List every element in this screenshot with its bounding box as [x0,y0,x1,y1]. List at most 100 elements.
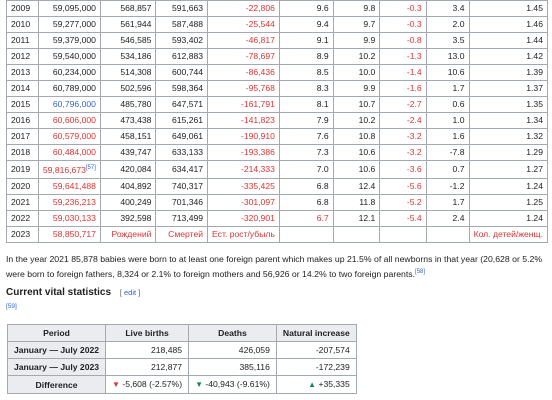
reference-57-link[interactable]: [57] [86,165,96,171]
crude-birth-rate-cell: 8.1 [278,96,334,113]
year-row: 2015 60,796,000 485,780 647,571 -161,791 8.1 1… [6,96,548,113]
natural-change-rate-value: -2.4 [406,115,422,125]
live-births-cell: 514,308 [99,64,157,81]
live-births-value: 473,438 [120,115,152,125]
migration-rate-value: 10.6 [447,67,465,77]
reference-58-link[interactable]: [58] [415,269,425,275]
fertility-value: 1.29 [526,147,543,157]
crude-birth-rate-value: 9.4 [316,19,329,29]
year-cell: 2016 [6,112,39,129]
increase-difference-cell: ▲ +35,335 [275,375,357,394]
natural-change-rate-cell: -0.8 [379,32,427,49]
natural-change-cell: -46,817 [207,32,280,49]
crude-death-rate-value: 12.4 [358,180,376,191]
natural-change-cell: -335,425 [207,177,280,195]
year-row: 2009 59,095,000 568,857 591,663 -22,806 9.6 9.… [6,0,548,17]
increase-arrow-icon: ▲ [308,380,317,389]
year-row: 2013 60,234,000 514,308 600,744 -86,436 8.5 10… [6,64,548,81]
fertility-cell: 1.34 [468,112,548,129]
year-cell: 2011 [6,32,39,49]
live-births-cell: 400,249 [99,193,157,211]
population-cell: 59,236,213 [37,193,101,211]
population-value: 60,789,000 [52,83,96,93]
crude-birth-rate-cell: 6.8 [278,177,334,195]
natural-change-cell: -214,333 [207,160,280,179]
fertility-cell: 1.24 [468,177,548,195]
year-cell: 2012 [6,48,39,65]
crude-birth-rate-cell: 7.3 [278,144,334,161]
fertility-cell: 1.44 [468,32,548,49]
crude-birth-rate-value: 7.6 [316,131,329,141]
migration-rate-value: 1.7 [452,83,465,93]
migration-rate-value: 2.0 [452,19,465,29]
crude-birth-rate-cell: 8.3 [278,80,334,97]
natural-change-value: -78,697 [245,51,275,61]
year-cell: 2010 [6,16,39,33]
edit-link[interactable]: edit [124,288,136,297]
migration-rate-value: 2.4 [452,212,465,223]
population-value: 60,234,000 [52,67,96,77]
crude-death-rate-cell: 9.9 [332,32,381,49]
paragraph-text: In the year 2021 85,878 babies were born… [6,254,543,279]
migration-rate-value: 1.0 [452,115,465,125]
live-births-value: 420,084 [120,163,152,174]
fertility-value: 1.46 [526,19,543,29]
decrease-arrow-icon: ▼ [112,380,120,389]
fertility-value: 1.24 [526,212,543,223]
deaths-cell: 633,133 [155,144,209,161]
deaths-value: 615,261 [171,115,204,125]
fertility-cell: 1.45 [468,0,548,17]
migration-rate-cell: 3.4 [425,0,470,17]
natural-change-value: -190,910 [240,131,275,141]
deaths-value: 593,402 [171,35,204,45]
increase-difference: +35,335 [318,379,350,389]
crude-death-rate-cell: 10.2 [332,112,381,129]
crude-death-rate-value: 12.1 [358,212,376,223]
demographics-table: 2009 59,095,000 568,857 591,663 -22,806 9.6 9.… [6,0,548,243]
population-value: 60,606,000 [52,115,96,125]
population-cell: 59,816,673[57] [37,160,101,179]
migration-rate-cell: 2.4 [425,209,470,227]
fertility-value: 1.24 [526,180,543,191]
fertility-cell: 1.25 [468,193,548,211]
live-births-value: 568,857 [120,3,152,13]
population-cell: 59,277,000 [37,16,101,33]
population-cell: 60,579,000 [37,128,101,145]
year-row: 2018 60,484,000 439,747 633,133 -193,386 7.3 1… [6,144,548,161]
population-cell: 59,540,000 [37,48,101,65]
natural-change-rate-cell: -0.3 [379,16,427,33]
deaths-cell: 612,883 [155,48,209,65]
fertility-cell: 1.24 [468,209,548,227]
year-row: 2022 59,030,133 392,598 713,499 -320,901 6.7 1… [6,209,548,227]
crude-death-rate-value: 10.2 [358,51,376,61]
natural-change-rate-value: -0.8 [406,35,422,45]
live-births-cell: 534,186 [99,48,157,65]
year-cell: 2022 [6,209,39,227]
deaths-cell: 701,346 [155,193,209,211]
crude-birth-rate-value: 9.6 [316,3,329,13]
deaths-cell: 649,061 [155,128,209,145]
natural-change-value: -301,097 [240,196,275,207]
deaths-value: 633,133 [171,147,204,157]
crude-death-rate-cell: 10.0 [332,64,381,81]
population-value: 60,796,000 [52,99,96,109]
natural-change-value: Ест. рост/убыль [212,228,275,239]
migration-rate-cell: 0.6 [425,96,470,113]
section-title: Current vital statistics [6,287,112,298]
migration-rate-cell [425,225,470,243]
crude-birth-rate-cell: 6.7 [278,209,334,227]
fertility-cell: 1.46 [468,16,548,33]
natural-change-rate-value: -1.3 [406,51,422,61]
crude-death-rate-value: 11.8 [359,196,376,207]
reference-59-link[interactable]: [59] [6,303,17,310]
migration-rate-cell: 1.7 [425,193,470,211]
crude-birth-rate-cell: 7.9 [278,112,334,129]
deaths-cell: 587,488 [155,16,209,33]
increase-arrow-icon: ▼ [195,380,203,389]
crude-birth-rate-value: 7.3 [316,147,329,157]
natural-change-cell: -301,097 [207,193,280,211]
crude-death-rate-value: 10.7 [358,99,376,109]
natural-change-rate-value: -3.6 [406,163,422,174]
year-row: 2017 60,579,000 458,151 649,061 -190,910 7.6 1… [6,128,548,145]
deaths-value: 649,061 [171,131,204,141]
